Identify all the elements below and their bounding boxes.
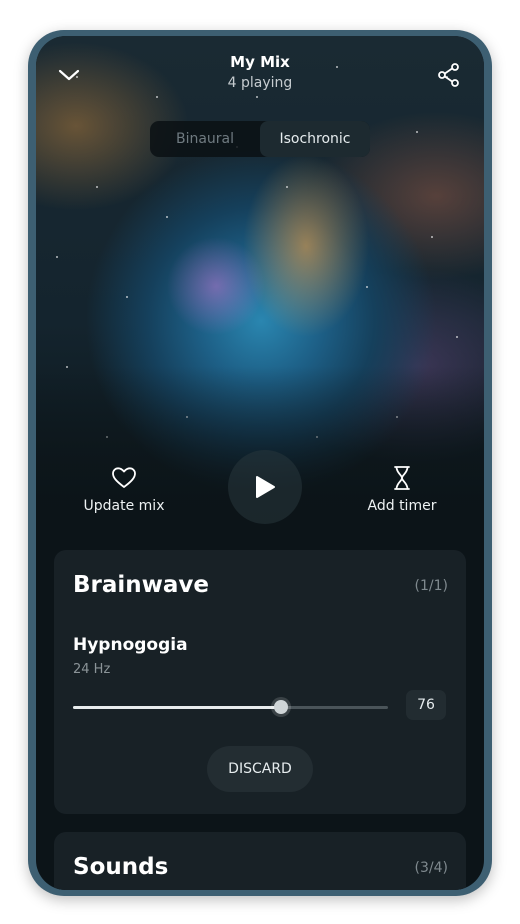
star <box>166 216 168 218</box>
slider-thumb[interactable] <box>274 700 289 714</box>
tab-isochronic[interactable]: Isochronic <box>260 121 370 157</box>
play-button[interactable] <box>228 450 302 524</box>
add-timer-button[interactable]: Add timer <box>347 464 457 514</box>
sounds-card: Sounds (3/4) <box>54 832 466 890</box>
star <box>126 296 128 298</box>
star <box>416 131 418 133</box>
tab-binaural[interactable]: Binaural <box>150 121 260 157</box>
share-icon[interactable] <box>432 58 466 92</box>
play-icon <box>256 476 275 498</box>
star <box>96 186 98 188</box>
slider-fill <box>73 706 282 709</box>
track-frequency: 24 Hz <box>73 662 111 677</box>
sounds-title: Sounds <box>73 854 169 880</box>
mode-toggle: Binaural Isochronic <box>150 121 370 157</box>
volume-value: 76 <box>406 690 446 720</box>
discard-button[interactable]: DISCARD <box>207 746 313 792</box>
update-mix-button[interactable]: Update mix <box>69 464 179 514</box>
star <box>286 186 288 188</box>
track-name: Hypnogogia <box>73 635 188 655</box>
star <box>56 256 58 258</box>
update-mix-label: Update mix <box>83 498 165 514</box>
add-timer-label: Add timer <box>367 498 437 514</box>
star <box>366 286 368 288</box>
star <box>431 236 433 238</box>
sounds-count: (3/4) <box>414 860 448 876</box>
brainwave-title: Brainwave <box>73 572 210 598</box>
app-screen: My Mix 4 playing Binaural Isochronic Upd… <box>36 36 484 890</box>
playing-count: 4 playing <box>227 75 293 91</box>
top-bar: My Mix 4 playing <box>36 36 484 116</box>
hourglass-icon <box>347 464 457 492</box>
brainwave-count: (1/1) <box>414 578 448 594</box>
page-title: My Mix <box>230 53 290 71</box>
heart-icon <box>69 464 179 492</box>
star <box>456 336 458 338</box>
volume-slider[interactable] <box>73 700 388 714</box>
brainwave-card: Brainwave (1/1) Hypnogogia 24 Hz 76 DISC… <box>54 550 466 814</box>
